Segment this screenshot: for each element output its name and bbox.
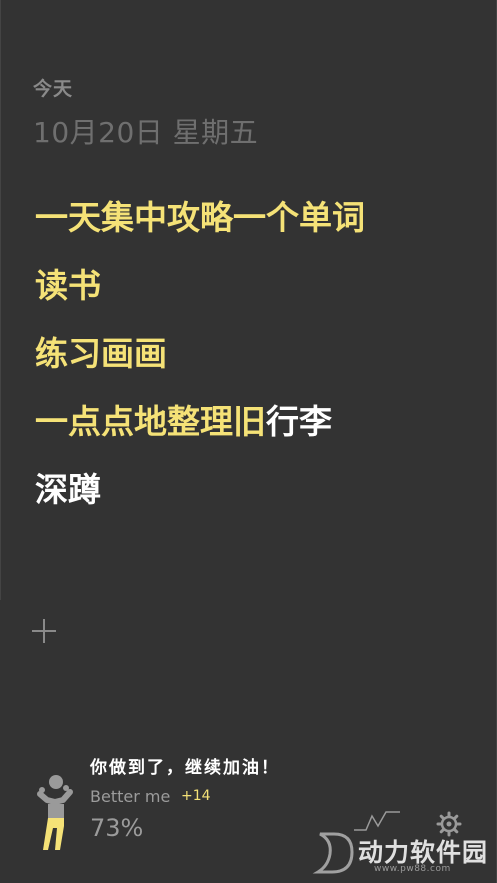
- date-label: 10月20日 星期五: [33, 116, 259, 149]
- task-completed-part: 练习画画: [35, 334, 167, 373]
- progress-footer: 你做到了，继续加油！ Better me +14 73% 动力软件园 www.p…: [0, 740, 497, 883]
- task-completed-part: 一点点地整理旧: [35, 402, 266, 441]
- task-completed-part: 读书: [35, 266, 101, 305]
- brand-label: Better me: [90, 787, 171, 806]
- left-edge-line: [0, 0, 1, 600]
- task-item[interactable]: 读书: [35, 260, 477, 328]
- task-list: 一天集中攻略一个单词 读书 练习画画 一点点地整理旧行李 深蹲: [35, 192, 477, 532]
- completion-percent: 73%: [90, 814, 144, 842]
- task-item[interactable]: 一天集中攻略一个单词: [35, 192, 477, 260]
- task-item[interactable]: 一点点地整理旧行李: [35, 396, 477, 464]
- add-task-button[interactable]: [30, 617, 58, 645]
- today-label: 今天: [33, 78, 74, 100]
- date-header: 今天 10月20日 星期五: [33, 74, 258, 151]
- watermark-url: www.pw88.com: [374, 864, 451, 874]
- motto-text: 你做到了，继续加油！: [90, 758, 280, 778]
- task-remaining-part: 深蹲: [35, 470, 101, 509]
- task-completed-part: 一天集中攻略一个单词: [35, 198, 365, 237]
- watermark-logo-icon: [312, 832, 354, 874]
- cheering-person-icon: [37, 775, 73, 850]
- task-remaining-part: 行李: [266, 402, 332, 441]
- score-delta: +14: [181, 788, 211, 804]
- task-item[interactable]: 练习画画: [35, 328, 477, 396]
- watermark: 动力软件园 www.pw88.com: [312, 826, 497, 878]
- task-item[interactable]: 深蹲: [35, 464, 477, 532]
